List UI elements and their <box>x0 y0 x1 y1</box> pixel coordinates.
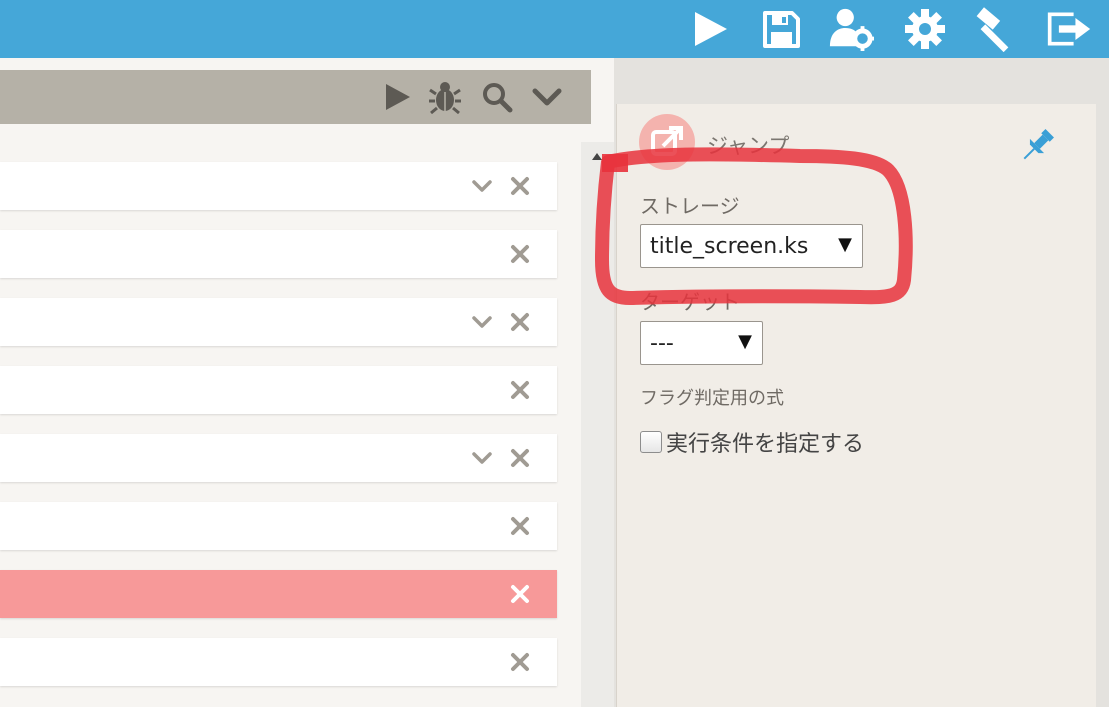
expand-chevron-icon[interactable] <box>470 174 494 198</box>
user-settings-icon[interactable] <box>828 6 874 52</box>
gear-icon[interactable] <box>902 6 948 52</box>
tag-row[interactable] <box>0 434 557 482</box>
play-icon[interactable] <box>686 6 732 52</box>
tag-row[interactable] <box>0 162 557 210</box>
top-toolbar <box>0 0 1109 58</box>
jump-icon <box>639 114 695 170</box>
scroll-up-arrow[interactable] <box>591 152 603 162</box>
scrollbar[interactable] <box>581 142 614 707</box>
save-icon[interactable] <box>758 6 804 52</box>
target-select[interactable]: --- ▼ <box>640 321 763 365</box>
storage-select-value: title_screen.ks <box>650 233 809 259</box>
tag-row[interactable] <box>0 366 557 414</box>
storage-dropdown-arrow: ▼ <box>838 234 852 255</box>
delete-close-icon[interactable] <box>508 650 532 674</box>
storage-label: ストレージ <box>640 194 740 218</box>
chevron-down-icon[interactable] <box>530 80 564 114</box>
delete-close-icon[interactable] <box>508 378 532 402</box>
expand-chevron-icon[interactable] <box>470 446 494 470</box>
search-icon[interactable] <box>480 80 514 114</box>
tag-row[interactable] <box>0 638 557 686</box>
expand-chevron-icon[interactable] <box>470 310 494 334</box>
storage-select[interactable]: title_screen.ks ▼ <box>640 224 863 268</box>
delete-close-icon[interactable] <box>508 310 532 334</box>
tag-row[interactable] <box>0 298 557 346</box>
flag-expression-label: フラグ判定用の式 <box>640 388 784 409</box>
run-icon[interactable] <box>380 80 414 114</box>
exit-icon[interactable] <box>1046 6 1092 52</box>
delete-close-icon[interactable] <box>508 174 532 198</box>
panel-title: ジャンプ <box>707 134 790 158</box>
delete-close-icon[interactable] <box>508 582 532 606</box>
condition-checkbox[interactable] <box>640 431 662 453</box>
tag-list <box>0 142 581 707</box>
delete-close-icon[interactable] <box>508 514 532 538</box>
target-select-value: --- <box>650 330 674 356</box>
tag-row[interactable] <box>0 230 557 278</box>
bug-icon[interactable] <box>428 80 462 114</box>
condition-checkbox-row[interactable]: 実行条件を指定する <box>640 426 864 458</box>
target-dropdown-arrow: ▼ <box>738 331 752 352</box>
scenario-header <box>0 70 591 124</box>
delete-close-icon[interactable] <box>508 242 532 266</box>
delete-close-icon[interactable] <box>508 446 532 470</box>
tag-row[interactable] <box>0 502 557 550</box>
scenario-editor <box>0 58 614 707</box>
tag-row[interactable] <box>0 570 557 618</box>
tag-property-panel: ジャンプ ストレージ title_screen.ks ▼ ターゲット --- ▼… <box>616 104 1096 707</box>
pin-icon[interactable] <box>1015 126 1059 166</box>
condition-checkbox-label: 実行条件を指定する <box>666 432 865 457</box>
target-label: ターゲット <box>640 290 740 314</box>
hammer-icon[interactable] <box>974 6 1020 52</box>
